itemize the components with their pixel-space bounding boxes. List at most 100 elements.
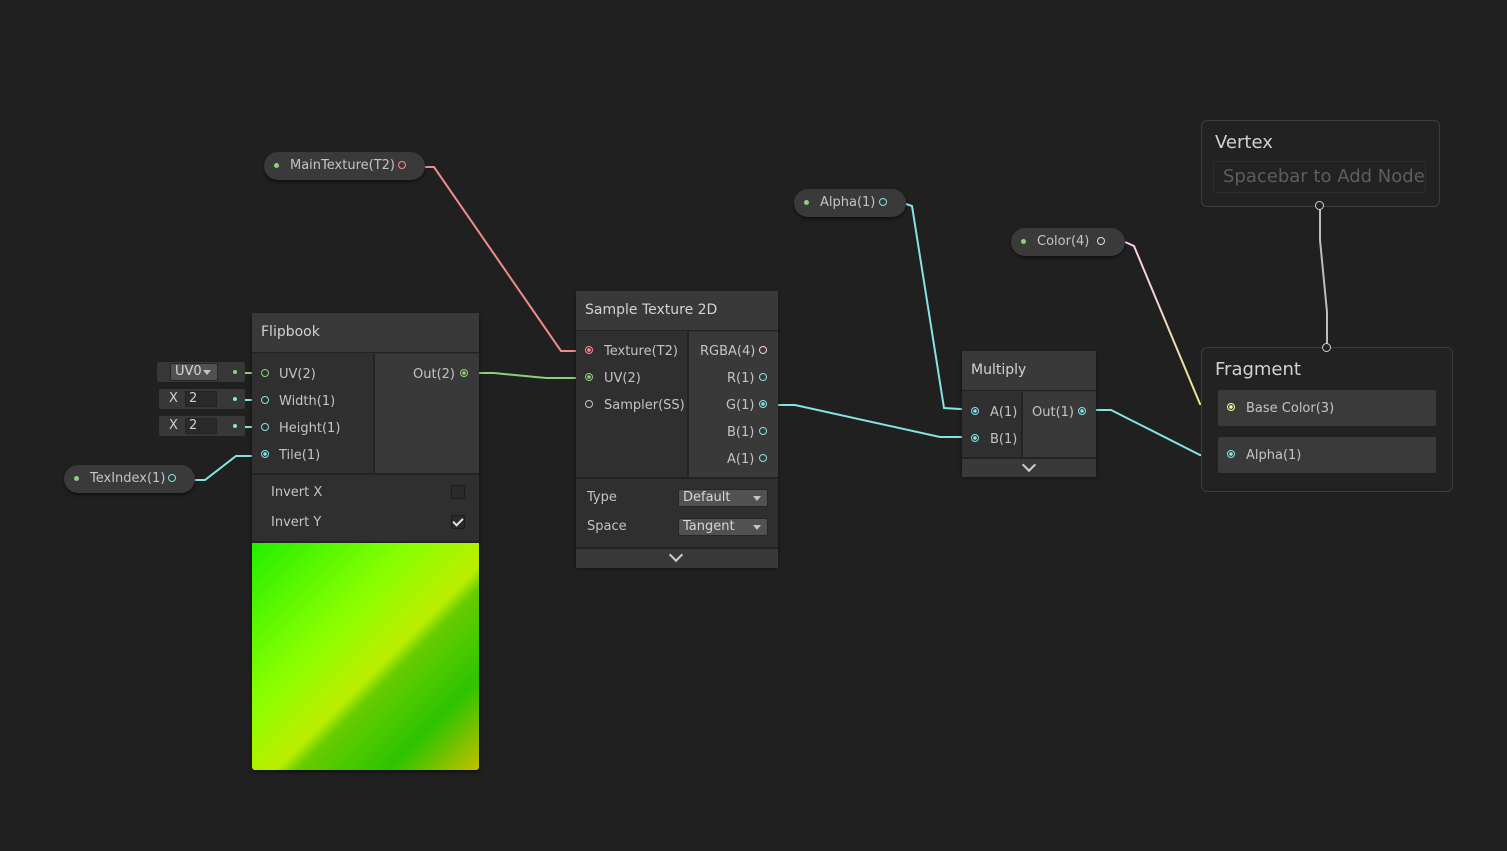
- expand-bar[interactable]: [576, 547, 778, 568]
- edge-dot: [233, 397, 237, 401]
- chevron-down-icon: [668, 547, 684, 563]
- out-label: Out(2): [413, 367, 455, 382]
- uv-in-label: UV(2): [279, 367, 316, 382]
- g-out-port[interactable]: [759, 400, 767, 408]
- alpha-property[interactable]: Alpha(1): [794, 189, 906, 217]
- out-port[interactable]: [460, 369, 468, 377]
- b-in-port[interactable]: [971, 434, 979, 442]
- g-out-label: G(1): [726, 398, 755, 413]
- wire-vertex-fragment: [1319, 206, 1328, 347]
- sampler-in-port[interactable]: [585, 400, 593, 408]
- chevron-down-icon: [1021, 457, 1037, 473]
- a-in-port[interactable]: [971, 407, 979, 415]
- uv-channel-input[interactable]: UV0: [157, 362, 245, 382]
- uv-channel-dropdown[interactable]: UV0: [170, 363, 218, 381]
- property-dot: [1021, 239, 1026, 244]
- uv-in-label: UV(2): [604, 371, 641, 386]
- property-dot: [74, 476, 79, 481]
- multiply-title[interactable]: Multiply: [962, 351, 1096, 391]
- alpha-block[interactable]: Alpha(1): [1218, 437, 1436, 473]
- add-node-hint: Spacebar to Add Node: [1223, 166, 1425, 187]
- section-divider: [252, 473, 479, 475]
- sampler-in-label: Sampler(SS): [604, 398, 685, 413]
- property-dot: [804, 200, 809, 205]
- flipbook-preview: [252, 543, 479, 770]
- wire-flipbook-out: [470, 372, 590, 379]
- sample-texture-title[interactable]: Sample Texture 2D: [576, 291, 778, 331]
- dropdown-arrow-icon: [753, 525, 761, 530]
- shader-graph-canvas[interactable]: MainTexture(T2) Alpha(1) Color(4) TexInd…: [0, 0, 1507, 851]
- type-value: Default: [683, 490, 731, 505]
- main-texture-label: MainTexture(T2): [290, 158, 395, 173]
- base-color-block[interactable]: Base Color(3): [1218, 390, 1436, 426]
- r-out-label: R(1): [727, 371, 755, 386]
- b-out-port[interactable]: [759, 427, 767, 435]
- width-value-field[interactable]: 2: [185, 391, 217, 407]
- uv-in-port[interactable]: [261, 369, 269, 377]
- texture-in-port[interactable]: [585, 346, 593, 354]
- dropdown-arrow-icon: [753, 496, 761, 501]
- height-axis-label: X: [169, 418, 178, 433]
- wire-g-to-b: [765, 404, 976, 438]
- color-property[interactable]: Color(4): [1011, 228, 1125, 256]
- height-in-port[interactable]: [261, 423, 269, 431]
- fragment-flow-port[interactable]: [1322, 343, 1331, 352]
- main-texture-out-port[interactable]: [398, 161, 406, 169]
- color-out-port[interactable]: [1097, 237, 1105, 245]
- expand-bar[interactable]: [962, 457, 1096, 477]
- out-label: Out(1): [1032, 405, 1074, 420]
- base-color-label: Base Color(3): [1246, 401, 1335, 416]
- vertex-flow-port[interactable]: [1315, 201, 1324, 210]
- edge-dot: [233, 370, 237, 374]
- dropdown-arrow-icon: [203, 370, 211, 375]
- vertex-context[interactable]: Vertex Spacebar to Add Node: [1201, 120, 1440, 210]
- alpha-out-port[interactable]: [879, 198, 887, 206]
- tile-in-port[interactable]: [261, 450, 269, 458]
- space-dropdown[interactable]: Tangent: [678, 518, 768, 536]
- invert-y-checkbox[interactable]: [451, 515, 465, 529]
- rgba-out-label: RGBA(4): [700, 344, 756, 359]
- fragment-context[interactable]: Fragment Base Color(3) Alpha(1): [1201, 343, 1453, 492]
- space-value: Tangent: [683, 519, 735, 534]
- height-in-label: Height(1): [279, 421, 341, 436]
- type-label: Type: [587, 490, 617, 505]
- space-label: Space: [587, 519, 627, 534]
- uv-channel-value: UV0: [175, 364, 202, 379]
- section-divider: [576, 477, 778, 479]
- b-out-label: B(1): [727, 425, 755, 440]
- b-in-label: B(1): [990, 432, 1018, 447]
- main-texture-property[interactable]: MainTexture(T2): [264, 152, 425, 180]
- height-input[interactable]: X 2: [159, 416, 245, 436]
- tex-index-out-port[interactable]: [168, 474, 176, 482]
- width-axis-label: X: [169, 391, 178, 406]
- alpha-port[interactable]: [1227, 450, 1235, 458]
- edge-dot: [233, 424, 237, 428]
- sample-texture-2d-node[interactable]: Sample Texture 2D Texture(T2) UV(2) Samp…: [576, 291, 778, 568]
- alpha-label: Alpha(1): [820, 195, 876, 210]
- height-value-field[interactable]: 2: [185, 418, 217, 434]
- rgba-out-port[interactable]: [759, 346, 767, 354]
- width-in-port[interactable]: [261, 396, 269, 404]
- property-dot: [274, 163, 279, 168]
- alpha-label: Alpha(1): [1246, 448, 1302, 463]
- uv-in-port[interactable]: [585, 373, 593, 381]
- invert-y-label: Invert Y: [271, 515, 322, 530]
- a-in-label: A(1): [990, 405, 1018, 420]
- flipbook-title[interactable]: Flipbook: [252, 313, 479, 353]
- invert-x-label: Invert X: [271, 485, 323, 500]
- multiply-node[interactable]: Multiply A(1) B(1) Out(1): [962, 351, 1096, 477]
- flipbook-node[interactable]: Flipbook UV(2) Width(1) Height(1) Tile(1…: [252, 313, 479, 770]
- add-node-placeholder[interactable]: Spacebar to Add Node: [1213, 161, 1426, 193]
- width-input[interactable]: X 2: [159, 389, 245, 409]
- r-out-port[interactable]: [759, 373, 767, 381]
- tex-index-property[interactable]: TexIndex(1): [64, 465, 195, 493]
- texture-in-label: Texture(T2): [604, 344, 678, 359]
- out-port[interactable]: [1078, 407, 1086, 415]
- a-out-port[interactable]: [759, 454, 767, 462]
- width-in-label: Width(1): [279, 394, 336, 409]
- color-label: Color(4): [1037, 234, 1090, 249]
- check-icon: [452, 515, 464, 527]
- invert-x-checkbox[interactable]: [451, 485, 465, 499]
- type-dropdown[interactable]: Default: [678, 489, 768, 507]
- base-color-port[interactable]: [1227, 403, 1235, 411]
